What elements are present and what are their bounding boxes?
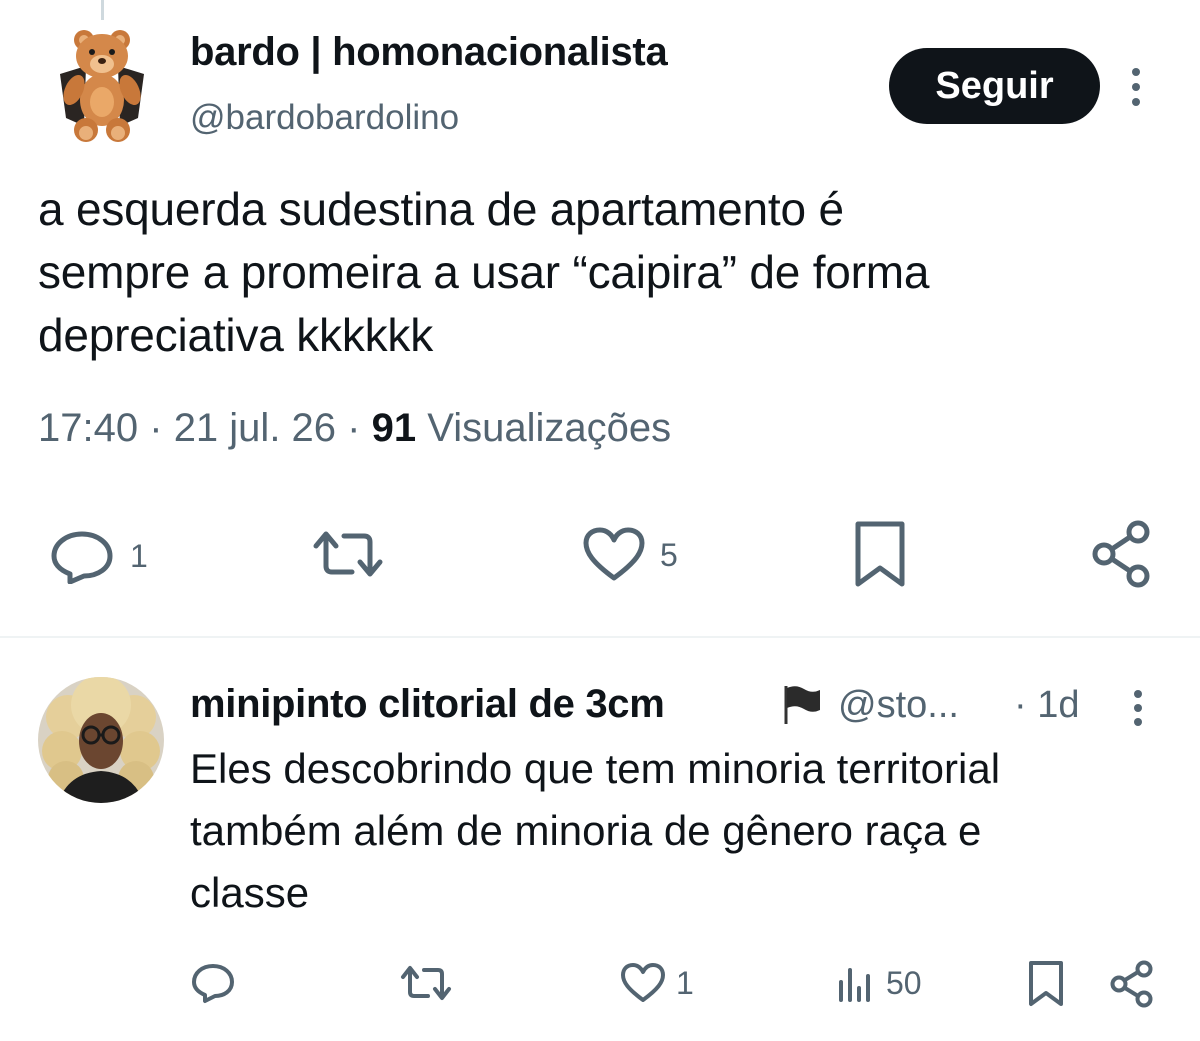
more-options-icon[interactable]: [1118, 62, 1154, 112]
heart-icon: [583, 527, 645, 581]
reply-button[interactable]: 1: [48, 528, 148, 584]
reply-text-line: também além de minoria de gênero raça e: [190, 807, 982, 854]
meta-separator: ·: [347, 406, 361, 450]
share-icon: [1110, 960, 1153, 1008]
reply-action-bar: 1 50: [0, 952, 1200, 1016]
retweet-button[interactable]: [312, 526, 384, 582]
reply-views-count: 50: [886, 964, 922, 1001]
black-flag-icon: [784, 686, 820, 724]
author-display-name[interactable]: bardo | homonacionalista: [190, 30, 668, 75]
person-photo-avatar-icon: [38, 677, 164, 803]
reply-author-handle[interactable]: @sto...: [838, 684, 959, 727]
reply-icon: [192, 964, 234, 1003]
share-icon: [1092, 520, 1150, 588]
reply-icon: [51, 531, 113, 584]
views-label: Visualizações: [427, 406, 672, 450]
retweet-icon: [401, 966, 451, 1000]
reply-reply-button[interactable]: [190, 962, 236, 1004]
bookmark-icon: [1029, 961, 1063, 1006]
tweet-date[interactable]: 21 jul. 26: [174, 406, 336, 450]
tweet-action-bar: 1 5: [0, 510, 1200, 600]
tweet-text-line: sempre a promeira a usar “caipira” de fo…: [38, 246, 930, 298]
reply-count: 1: [130, 537, 148, 574]
thread-connector-line: [101, 0, 104, 20]
reply-views-button[interactable]: 50: [836, 962, 922, 1004]
teddy-bear-avatar[interactable]: [46, 26, 158, 144]
reply-like-count: 1: [676, 964, 694, 1001]
meta-separator: ·: [149, 406, 163, 450]
reply-author-name[interactable]: minipinto clitorial de 3cm: [190, 682, 665, 727]
tweet-text: a esquerda sudestina de apartamento é se…: [38, 178, 1168, 367]
analytics-icon: [839, 968, 870, 1002]
retweet-icon: [313, 531, 383, 577]
tweet-text-line: depreciativa kkkkkk: [38, 309, 434, 361]
reply-text-line: classe: [190, 869, 310, 916]
reply-text: Eles descobrindo que tem minoria territo…: [190, 738, 1150, 924]
tweet-metadata: 17:40 · 21 jul. 26 · 91 Visualizações: [38, 406, 671, 451]
views-count: 91: [371, 406, 417, 450]
reply-retweet-button[interactable]: [400, 962, 452, 1004]
reply-bookmark-button[interactable]: [1026, 960, 1066, 1008]
like-count: 5: [660, 536, 678, 573]
teddy-bear-avatar-icon: [60, 30, 144, 142]
reply-text-line: Eles descobrindo que tem minoria territo…: [190, 745, 1001, 792]
reply-more-options-icon[interactable]: [1120, 686, 1156, 730]
bookmark-icon: [855, 521, 905, 587]
reply-header: minipinto clitorial de 3cm @sto... · 1d: [190, 682, 1150, 732]
share-button[interactable]: [1090, 520, 1154, 588]
bookmark-button[interactable]: [852, 520, 908, 588]
reply-timestamp[interactable]: · 1d: [1014, 684, 1079, 727]
tweet-text-line: a esquerda sudestina de apartamento é: [38, 183, 844, 235]
tweet-time[interactable]: 17:40: [38, 406, 138, 450]
reply-like-button[interactable]: 1: [620, 962, 694, 1004]
reply-share-button[interactable]: [1108, 960, 1156, 1008]
like-button[interactable]: 5: [582, 526, 678, 584]
reply-author-avatar[interactable]: [38, 677, 164, 803]
section-divider: [0, 636, 1200, 638]
author-handle[interactable]: @bardobardolino: [190, 98, 459, 138]
heart-icon: [621, 963, 665, 1002]
follow-button[interactable]: Seguir: [889, 48, 1100, 124]
